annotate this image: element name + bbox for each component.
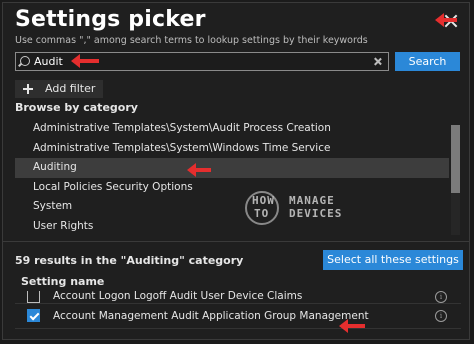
annotation-arrow-icon [71, 54, 99, 68]
category-item[interactable]: User Rights [15, 217, 449, 232]
category-list: Administrative Templates\System\Audit Pr… [15, 119, 449, 231]
watermark-how: HOW [252, 194, 275, 207]
setting-name: Account Logon Logoff Audit User Device C… [53, 291, 303, 302]
select-all-button[interactable]: Select all these settings [323, 250, 463, 270]
row-checkbox-checked[interactable] [27, 309, 40, 322]
watermark-brand-1: MANAGE [289, 194, 335, 207]
section-divider [3, 241, 469, 242]
setting-name-header: Setting name [21, 275, 105, 288]
category-item[interactable]: System [15, 197, 449, 217]
search-button[interactable]: Search [395, 52, 460, 71]
annotation-arrow-icon [339, 319, 365, 333]
category-item[interactable]: Local Policies Security Options [15, 178, 449, 198]
annotation-arrow-icon [187, 163, 211, 177]
watermark-brand-2: DEVICES [289, 207, 343, 220]
row-checkbox[interactable] [27, 291, 40, 303]
table-row[interactable]: Account Logon Logoff Audit User Device C… [15, 291, 461, 304]
clear-search-icon[interactable] [373, 57, 382, 66]
settings-picker-dialog: Settings picker Use commas "," among sea… [2, 2, 470, 340]
category-item[interactable]: Administrative Templates\System\Windows … [15, 139, 449, 159]
info-icon[interactable]: i [435, 291, 447, 303]
watermark-logo: HOW TO MANAGE DEVICES [241, 189, 359, 229]
category-item[interactable]: Administrative Templates\System\Audit Pr… [15, 119, 449, 139]
setting-name: Account Management Audit Application Gro… [53, 310, 369, 322]
category-item-selected[interactable]: Auditing [15, 158, 449, 178]
dialog-title: Settings picker [15, 7, 206, 32]
results-list: Account Logon Logoff Audit User Device C… [15, 291, 461, 339]
info-icon[interactable]: i [435, 310, 447, 322]
table-row[interactable]: Account Management Audit Application Gro… [15, 304, 461, 329]
search-icon [20, 56, 30, 66]
add-filter-button[interactable]: Add filter [15, 80, 103, 98]
scrollbar-thumb[interactable] [451, 125, 460, 193]
watermark-to: TO [254, 207, 270, 220]
results-summary: 59 results in the "Auditing" category [15, 254, 244, 267]
annotation-arrow-icon [435, 13, 457, 27]
dialog-subtitle: Use commas "," among search terms to loo… [15, 35, 368, 46]
plus-icon [23, 84, 33, 94]
add-filter-label: Add filter [45, 82, 96, 95]
browse-heading: Browse by category [15, 101, 138, 114]
category-scrollbar[interactable] [451, 125, 460, 235]
